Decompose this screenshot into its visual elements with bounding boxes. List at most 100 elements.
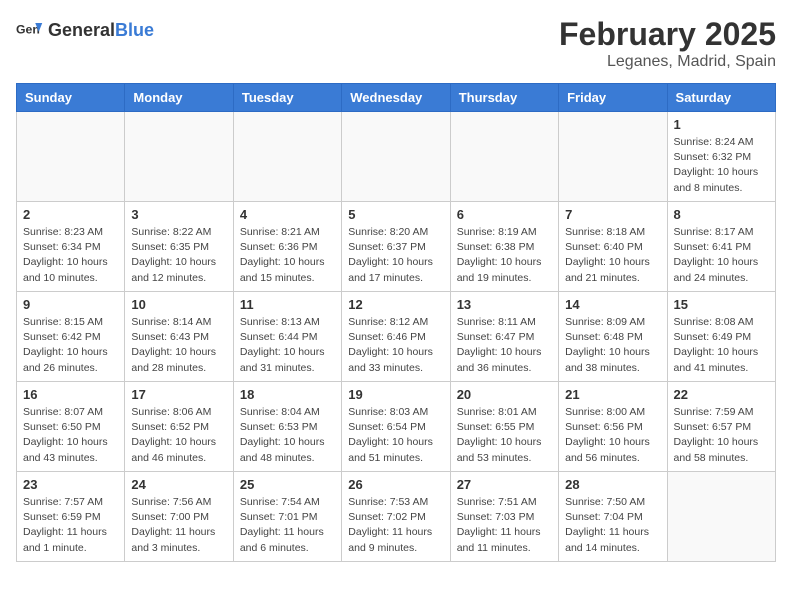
day-info: Sunrise: 8:03 AM Sunset: 6:54 PM Dayligh…	[348, 405, 443, 466]
day-number: 22	[674, 387, 769, 402]
day-number: 3	[131, 207, 226, 222]
day-info: Sunrise: 8:24 AM Sunset: 6:32 PM Dayligh…	[674, 135, 769, 196]
day-cell: 21 Sunrise: 8:00 AM Sunset: 6:56 PM Dayli…	[559, 382, 667, 472]
calendar-body: 1 Sunrise: 8:24 AM Sunset: 6:32 PM Daylig…	[17, 112, 776, 562]
day-cell: 4Sunrise: 8:21 AM Sunset: 6:36 PM Daylig…	[233, 202, 341, 292]
day-info: Sunrise: 8:11 AM Sunset: 6:47 PM Dayligh…	[457, 315, 552, 376]
week-row-0: 1 Sunrise: 8:24 AM Sunset: 6:32 PM Daylig…	[17, 112, 776, 202]
day-cell: 17 Sunrise: 8:06 AM Sunset: 6:52 PM Dayli…	[125, 382, 233, 472]
day-cell: 28Sunrise: 7:50 AM Sunset: 7:04 PM Dayli…	[559, 472, 667, 562]
day-number: 8	[674, 207, 769, 222]
day-info: Sunrise: 8:08 AM Sunset: 6:49 PM Dayligh…	[674, 315, 769, 376]
day-cell	[450, 112, 558, 202]
day-cell	[17, 112, 125, 202]
day-info: Sunrise: 7:51 AM Sunset: 7:03 PM Dayligh…	[457, 495, 552, 556]
day-number: 9	[23, 297, 118, 312]
day-info: Sunrise: 8:23 AM Sunset: 6:34 PM Dayligh…	[23, 225, 118, 286]
day-cell: 14Sunrise: 8:09 AM Sunset: 6:48 PM Dayli…	[559, 292, 667, 382]
day-number: 20	[457, 387, 552, 402]
day-number: 11	[240, 297, 335, 312]
calendar: SundayMondayTuesdayWednesdayThursdayFrid…	[16, 83, 776, 562]
day-info: Sunrise: 7:50 AM Sunset: 7:04 PM Dayligh…	[565, 495, 660, 556]
day-info: Sunrise: 8:14 AM Sunset: 6:43 PM Dayligh…	[131, 315, 226, 376]
day-cell: 11 Sunrise: 8:13 AM Sunset: 6:44 PM Dayli…	[233, 292, 341, 382]
logo: Gen GeneralBlue	[16, 16, 154, 44]
logo-blue-text: Blue	[115, 20, 154, 40]
day-info: Sunrise: 8:07 AM Sunset: 6:50 PM Dayligh…	[23, 405, 118, 466]
day-info: Sunrise: 8:00 AM Sunset: 6:56 PM Dayligh…	[565, 405, 660, 466]
week-row-2: 9 Sunrise: 8:15 AM Sunset: 6:42 PM Daylig…	[17, 292, 776, 382]
day-cell: 2 Sunrise: 8:23 AM Sunset: 6:34 PM Daylig…	[17, 202, 125, 292]
day-number: 16	[23, 387, 118, 402]
day-cell: 25 Sunrise: 7:54 AM Sunset: 7:01 PM Dayli…	[233, 472, 341, 562]
day-cell: 1 Sunrise: 8:24 AM Sunset: 6:32 PM Daylig…	[667, 112, 775, 202]
day-number: 15	[674, 297, 769, 312]
day-cell: 15 Sunrise: 8:08 AM Sunset: 6:49 PM Dayli…	[667, 292, 775, 382]
day-cell: 27 Sunrise: 7:51 AM Sunset: 7:03 PM Dayli…	[450, 472, 558, 562]
day-cell	[233, 112, 341, 202]
day-info: Sunrise: 8:20 AM Sunset: 6:37 PM Dayligh…	[348, 225, 443, 286]
day-info: Sunrise: 7:59 AM Sunset: 6:57 PM Dayligh…	[674, 405, 769, 466]
weekday-thursday: Thursday	[450, 84, 558, 112]
title-area: February 2025 Leganes, Madrid, Spain	[559, 16, 776, 71]
day-number: 19	[348, 387, 443, 402]
day-cell: 6Sunrise: 8:19 AM Sunset: 6:38 PM Daylig…	[450, 202, 558, 292]
logo-icon: Gen	[16, 16, 44, 44]
weekday-tuesday: Tuesday	[233, 84, 341, 112]
day-number: 14	[565, 297, 660, 312]
week-row-1: 2 Sunrise: 8:23 AM Sunset: 6:34 PM Daylig…	[17, 202, 776, 292]
day-cell: 10 Sunrise: 8:14 AM Sunset: 6:43 PM Dayli…	[125, 292, 233, 382]
day-cell: 26 Sunrise: 7:53 AM Sunset: 7:02 PM Dayli…	[342, 472, 450, 562]
month-title: February 2025	[559, 16, 776, 53]
week-row-3: 16 Sunrise: 8:07 AM Sunset: 6:50 PM Dayli…	[17, 382, 776, 472]
day-info: Sunrise: 8:13 AM Sunset: 6:44 PM Dayligh…	[240, 315, 335, 376]
header: Gen GeneralBlue February 2025 Leganes, M…	[16, 16, 776, 71]
day-number: 2	[23, 207, 118, 222]
day-number: 1	[674, 117, 769, 132]
weekday-header-row: SundayMondayTuesdayWednesdayThursdayFrid…	[17, 84, 776, 112]
day-info: Sunrise: 7:57 AM Sunset: 6:59 PM Dayligh…	[23, 495, 118, 556]
day-info: Sunrise: 7:54 AM Sunset: 7:01 PM Dayligh…	[240, 495, 335, 556]
day-cell: 7 Sunrise: 8:18 AM Sunset: 6:40 PM Daylig…	[559, 202, 667, 292]
day-cell: 3Sunrise: 8:22 AM Sunset: 6:35 PM Daylig…	[125, 202, 233, 292]
day-info: Sunrise: 8:19 AM Sunset: 6:38 PM Dayligh…	[457, 225, 552, 286]
day-number: 12	[348, 297, 443, 312]
day-info: Sunrise: 8:17 AM Sunset: 6:41 PM Dayligh…	[674, 225, 769, 286]
day-cell: 20 Sunrise: 8:01 AM Sunset: 6:55 PM Dayli…	[450, 382, 558, 472]
day-number: 10	[131, 297, 226, 312]
day-info: Sunrise: 8:06 AM Sunset: 6:52 PM Dayligh…	[131, 405, 226, 466]
day-cell: 5 Sunrise: 8:20 AM Sunset: 6:37 PM Daylig…	[342, 202, 450, 292]
day-info: Sunrise: 8:21 AM Sunset: 6:36 PM Dayligh…	[240, 225, 335, 286]
day-info: Sunrise: 8:15 AM Sunset: 6:42 PM Dayligh…	[23, 315, 118, 376]
day-cell	[559, 112, 667, 202]
day-info: Sunrise: 8:18 AM Sunset: 6:40 PM Dayligh…	[565, 225, 660, 286]
day-cell: 24Sunrise: 7:56 AM Sunset: 7:00 PM Dayli…	[125, 472, 233, 562]
day-number: 18	[240, 387, 335, 402]
weekday-wednesday: Wednesday	[342, 84, 450, 112]
location-title: Leganes, Madrid, Spain	[559, 53, 776, 71]
day-info: Sunrise: 8:04 AM Sunset: 6:53 PM Dayligh…	[240, 405, 335, 466]
day-info: Sunrise: 8:01 AM Sunset: 6:55 PM Dayligh…	[457, 405, 552, 466]
weekday-sunday: Sunday	[17, 84, 125, 112]
day-cell: 16 Sunrise: 8:07 AM Sunset: 6:50 PM Dayli…	[17, 382, 125, 472]
day-number: 27	[457, 477, 552, 492]
day-cell: 22 Sunrise: 7:59 AM Sunset: 6:57 PM Dayli…	[667, 382, 775, 472]
day-number: 26	[348, 477, 443, 492]
day-cell: 8 Sunrise: 8:17 AM Sunset: 6:41 PM Daylig…	[667, 202, 775, 292]
day-number: 13	[457, 297, 552, 312]
day-cell	[667, 472, 775, 562]
day-number: 25	[240, 477, 335, 492]
day-number: 7	[565, 207, 660, 222]
weekday-monday: Monday	[125, 84, 233, 112]
day-info: Sunrise: 8:12 AM Sunset: 6:46 PM Dayligh…	[348, 315, 443, 376]
day-cell	[125, 112, 233, 202]
day-cell: 12 Sunrise: 8:12 AM Sunset: 6:46 PM Dayli…	[342, 292, 450, 382]
day-number: 17	[131, 387, 226, 402]
weekday-friday: Friday	[559, 84, 667, 112]
day-info: Sunrise: 7:53 AM Sunset: 7:02 PM Dayligh…	[348, 495, 443, 556]
logo-general-text: General	[48, 20, 115, 40]
day-number: 5	[348, 207, 443, 222]
day-number: 21	[565, 387, 660, 402]
day-cell: 23Sunrise: 7:57 AM Sunset: 6:59 PM Dayli…	[17, 472, 125, 562]
day-cell: 13 Sunrise: 8:11 AM Sunset: 6:47 PM Dayli…	[450, 292, 558, 382]
